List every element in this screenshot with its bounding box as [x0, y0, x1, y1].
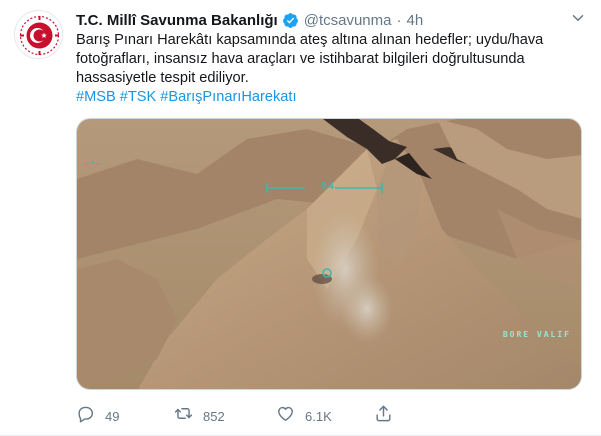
- avatar[interactable]: [14, 10, 63, 59]
- tweet-header: T.C. Millî Savunma Bakanlığı @tcsavunma …: [76, 10, 577, 30]
- retweet-icon: [174, 404, 193, 428]
- chevron-down-icon[interactable]: [569, 9, 587, 27]
- tweet-text-line: Barış Pınarı Harekâtı kapsamında ateş al…: [76, 32, 544, 48]
- retweet-button[interactable]: 852: [174, 404, 225, 428]
- tweet-actions: 49 852 6.1K: [76, 404, 496, 428]
- tweet-media-image[interactable]: —•— 94 BORE VALIF: [76, 118, 582, 390]
- separator-dot: ·: [396, 11, 402, 29]
- hashtag-link[interactable]: #BarışPınarıHarekatı: [160, 89, 296, 105]
- hud-watermark: BORE VALIF: [502, 330, 571, 339]
- tweet-card[interactable]: T.C. Millî Savunma Bakanlığı @tcsavunma …: [0, 0, 601, 436]
- retweet-count: 852: [203, 408, 225, 424]
- verified-badge-icon: [282, 12, 299, 29]
- tweet-text-line: hassasiyetle tespit ediliyor.: [76, 70, 249, 86]
- tweet-text-line: fotoğrafları, insansız hava araçları ve …: [76, 51, 525, 67]
- like-count: 6.1K: [305, 408, 332, 424]
- like-button[interactable]: 6.1K: [276, 404, 332, 428]
- user-handle[interactable]: @tcsavunma: [304, 12, 392, 29]
- heart-icon: [276, 404, 295, 428]
- display-name[interactable]: T.C. Millî Savunma Bakanlığı: [76, 12, 278, 29]
- reply-icon: [76, 404, 95, 428]
- tweet-timestamp[interactable]: 4h: [406, 12, 423, 29]
- share-icon: [374, 404, 393, 428]
- ministry-emblem-icon: [15, 11, 62, 58]
- reply-button[interactable]: 49: [76, 404, 119, 428]
- hashtag-link[interactable]: #MSB: [76, 89, 116, 105]
- tweet-text: Barış Pınarı Harekâtı kapsamında ateş al…: [76, 31, 576, 107]
- reply-count: 49: [105, 408, 120, 424]
- hud-number: 94: [321, 181, 336, 192]
- hashtag-list: #MSB #TSK #BarışPınarıHarekatı: [76, 88, 576, 107]
- aerial-terrain-image: [77, 119, 581, 389]
- hashtag-link[interactable]: #TSK: [120, 89, 157, 105]
- hud-corner-indicator: —•—: [85, 159, 102, 169]
- share-button[interactable]: [374, 404, 393, 428]
